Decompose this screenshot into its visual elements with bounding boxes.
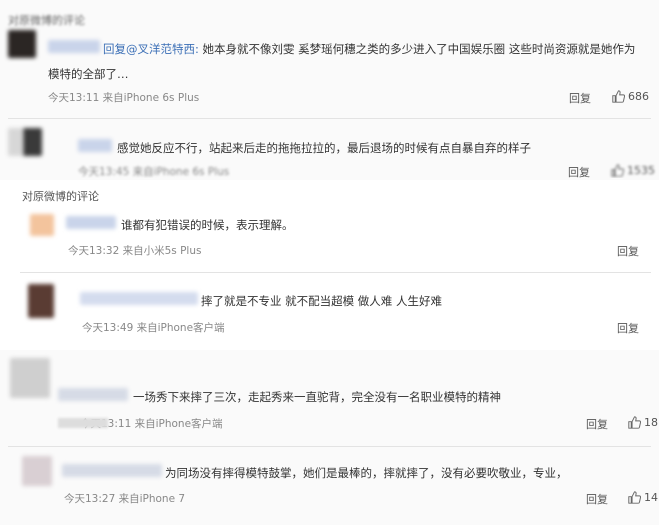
- section-header-top: 对原微博的评论: [8, 14, 85, 27]
- comment-meta: 今天13:45 来自iPhone 6s Plus: [78, 166, 230, 178]
- reply-button[interactable]: 回复: [569, 90, 591, 106]
- section-header-middle: 对原微博的评论: [22, 190, 99, 203]
- comment-text: 回复@叉洋范特西: 她本身就不像刘雯 奚梦瑶何穗之类的多少进入了中国娱乐圈 这些…: [103, 41, 635, 57]
- thumbs-up-icon: [612, 90, 626, 103]
- like-button[interactable]: 14: [628, 491, 658, 504]
- reply-button[interactable]: 回复: [568, 164, 590, 178]
- avatar[interactable]: [22, 456, 52, 486]
- like-button[interactable]: 1535: [611, 164, 655, 177]
- comment-text: 一场秀下来摔了三次，走起秀来一直驼背，完全没有一名职业模特的精神: [133, 390, 501, 404]
- middle-comments-panel: 对原微博的评论 谁都有犯错误的时候，表示理解。 今天13:32 来自小米5s P…: [0, 180, 659, 350]
- divider: [8, 118, 651, 119]
- username[interactable]: [78, 139, 112, 152]
- username[interactable]: [62, 464, 162, 477]
- avatar[interactable]: [8, 30, 36, 58]
- mention-link[interactable]: 回复@叉洋范特西:: [103, 42, 199, 56]
- like-button[interactable]: 18: [628, 416, 658, 429]
- thumbs-up-icon: [628, 416, 642, 429]
- comment-text-line1: 她本身就不像刘雯 奚梦瑶何穗之类的多少进入了中国娱乐圈 这些时尚资源就是她作为: [202, 42, 636, 56]
- reply-button[interactable]: 回复: [617, 243, 639, 259]
- divider: [20, 272, 651, 273]
- like-button[interactable]: 686: [612, 90, 649, 103]
- comment-meta: 今天13:11 来自iPhone客户端: [58, 416, 223, 431]
- reply-button[interactable]: 回复: [586, 491, 608, 507]
- comment-text: 摔了就是不专业 就不配当超模 做人难 人生好难: [201, 294, 442, 308]
- divider: [8, 446, 651, 447]
- username[interactable]: [48, 40, 100, 53]
- like-count: 1535: [627, 164, 655, 177]
- avatar[interactable]: [10, 358, 50, 398]
- reply-button[interactable]: 回复: [617, 320, 639, 336]
- avatar[interactable]: [8, 128, 42, 156]
- comment-text: 谁都有犯错误的时候，表示理解。: [121, 218, 294, 232]
- comment-meta: 今天13:32 来自小米5s Plus: [68, 245, 202, 257]
- avatar[interactable]: [30, 214, 54, 236]
- thumbs-up-icon: [628, 491, 642, 504]
- comment-meta: 今天13:11 来自iPhone 6s Plus: [48, 92, 200, 104]
- avatar[interactable]: [28, 284, 54, 318]
- comment-meta: 今天13:49 来自iPhone客户端: [82, 322, 225, 334]
- comment-text: 为同场没有摔得模特鼓掌，她们是最棒的，摔就摔了，没有必要吹敬业，专业，: [165, 466, 568, 480]
- reply-button[interactable]: 回复: [586, 416, 608, 432]
- comment-meta: 今天13:27 来自iPhone 7: [64, 493, 186, 505]
- like-count: 686: [628, 90, 649, 103]
- top-comments-panel: 对原微博的评论 回复@叉洋范特西: 她本身就不像刘雯 奚梦瑶何穗之类的多少进入了…: [0, 0, 659, 178]
- username[interactable]: [66, 216, 116, 229]
- comment-text-line2: 模特的全部了…: [48, 67, 129, 81]
- like-count: 14: [644, 491, 658, 504]
- thumbs-up-icon: [611, 164, 625, 177]
- comment-text: 感觉她反应不行，站起来后走的拖拖拉拉的，最后退场的时候有点自暴自弃的样子: [117, 141, 531, 155]
- bottom-comments-panel: 一场秀下来摔了三次，走起秀来一直驼背，完全没有一名职业模特的精神 今天13:11…: [0, 352, 659, 525]
- username[interactable]: [58, 388, 128, 401]
- like-count: 18: [644, 416, 658, 429]
- username[interactable]: [80, 292, 198, 305]
